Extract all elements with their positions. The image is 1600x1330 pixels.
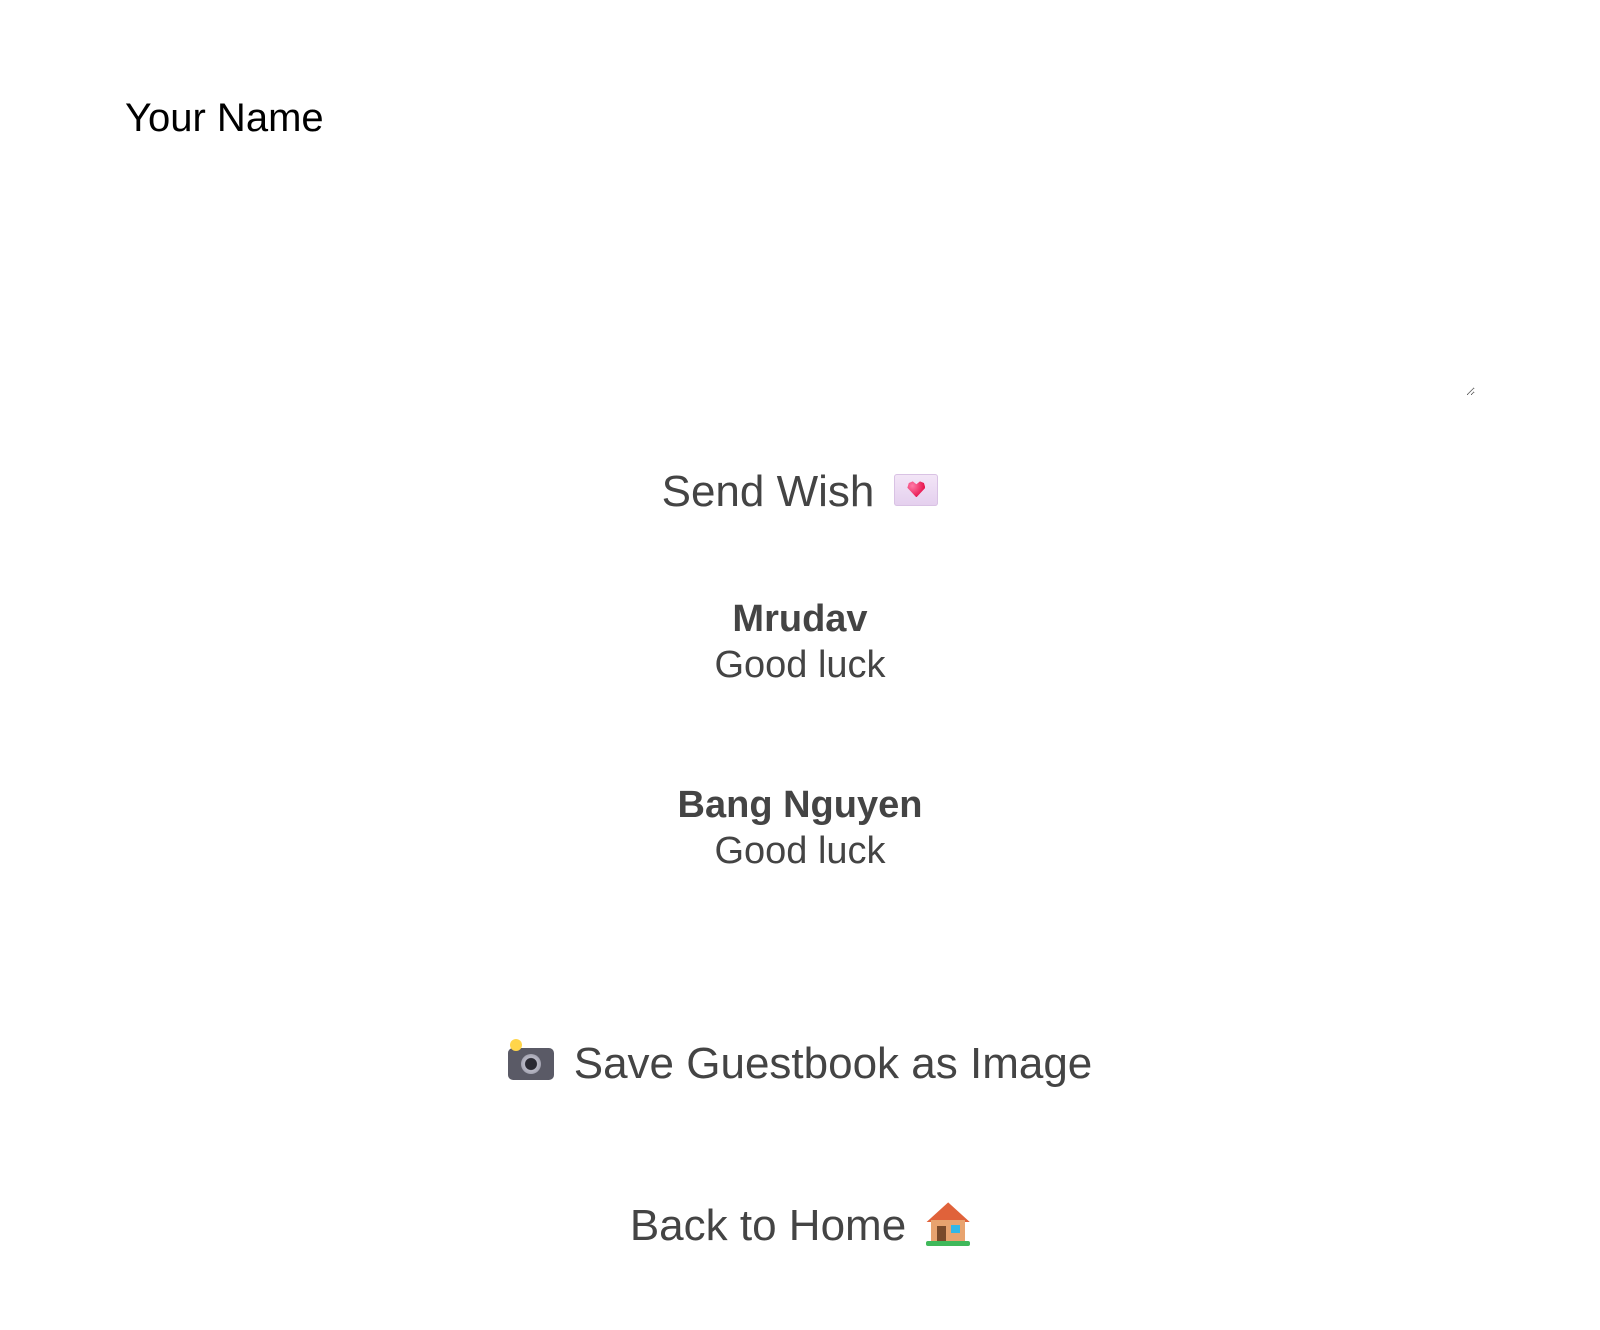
send-wish-label: Send Wish <box>661 467 875 516</box>
wish-author: Mrudav <box>732 598 868 640</box>
wish-entry: Mrudav Good luck <box>0 596 1600 688</box>
wish-message: Good luck <box>714 644 886 686</box>
house-icon <box>926 1202 971 1247</box>
envelope-heart-icon <box>894 474 939 507</box>
wish-entry: Bang Nguyen Good luck <box>0 782 1600 874</box>
camera-flash-icon <box>507 1039 554 1081</box>
send-wish-button[interactable]: Send Wish <box>0 464 1600 520</box>
save-guestbook-label: Save Guestbook as Image <box>573 1039 1093 1088</box>
back-to-home-button[interactable]: Back to Home <box>0 1198 1600 1254</box>
wish-author: Bang Nguyen <box>677 784 923 826</box>
save-guestbook-button[interactable]: Save Guestbook as Image <box>0 1036 1600 1092</box>
wish-message: Good luck <box>714 830 886 872</box>
back-to-home-label: Back to Home <box>629 1201 907 1250</box>
name-input[interactable] <box>125 96 1475 396</box>
